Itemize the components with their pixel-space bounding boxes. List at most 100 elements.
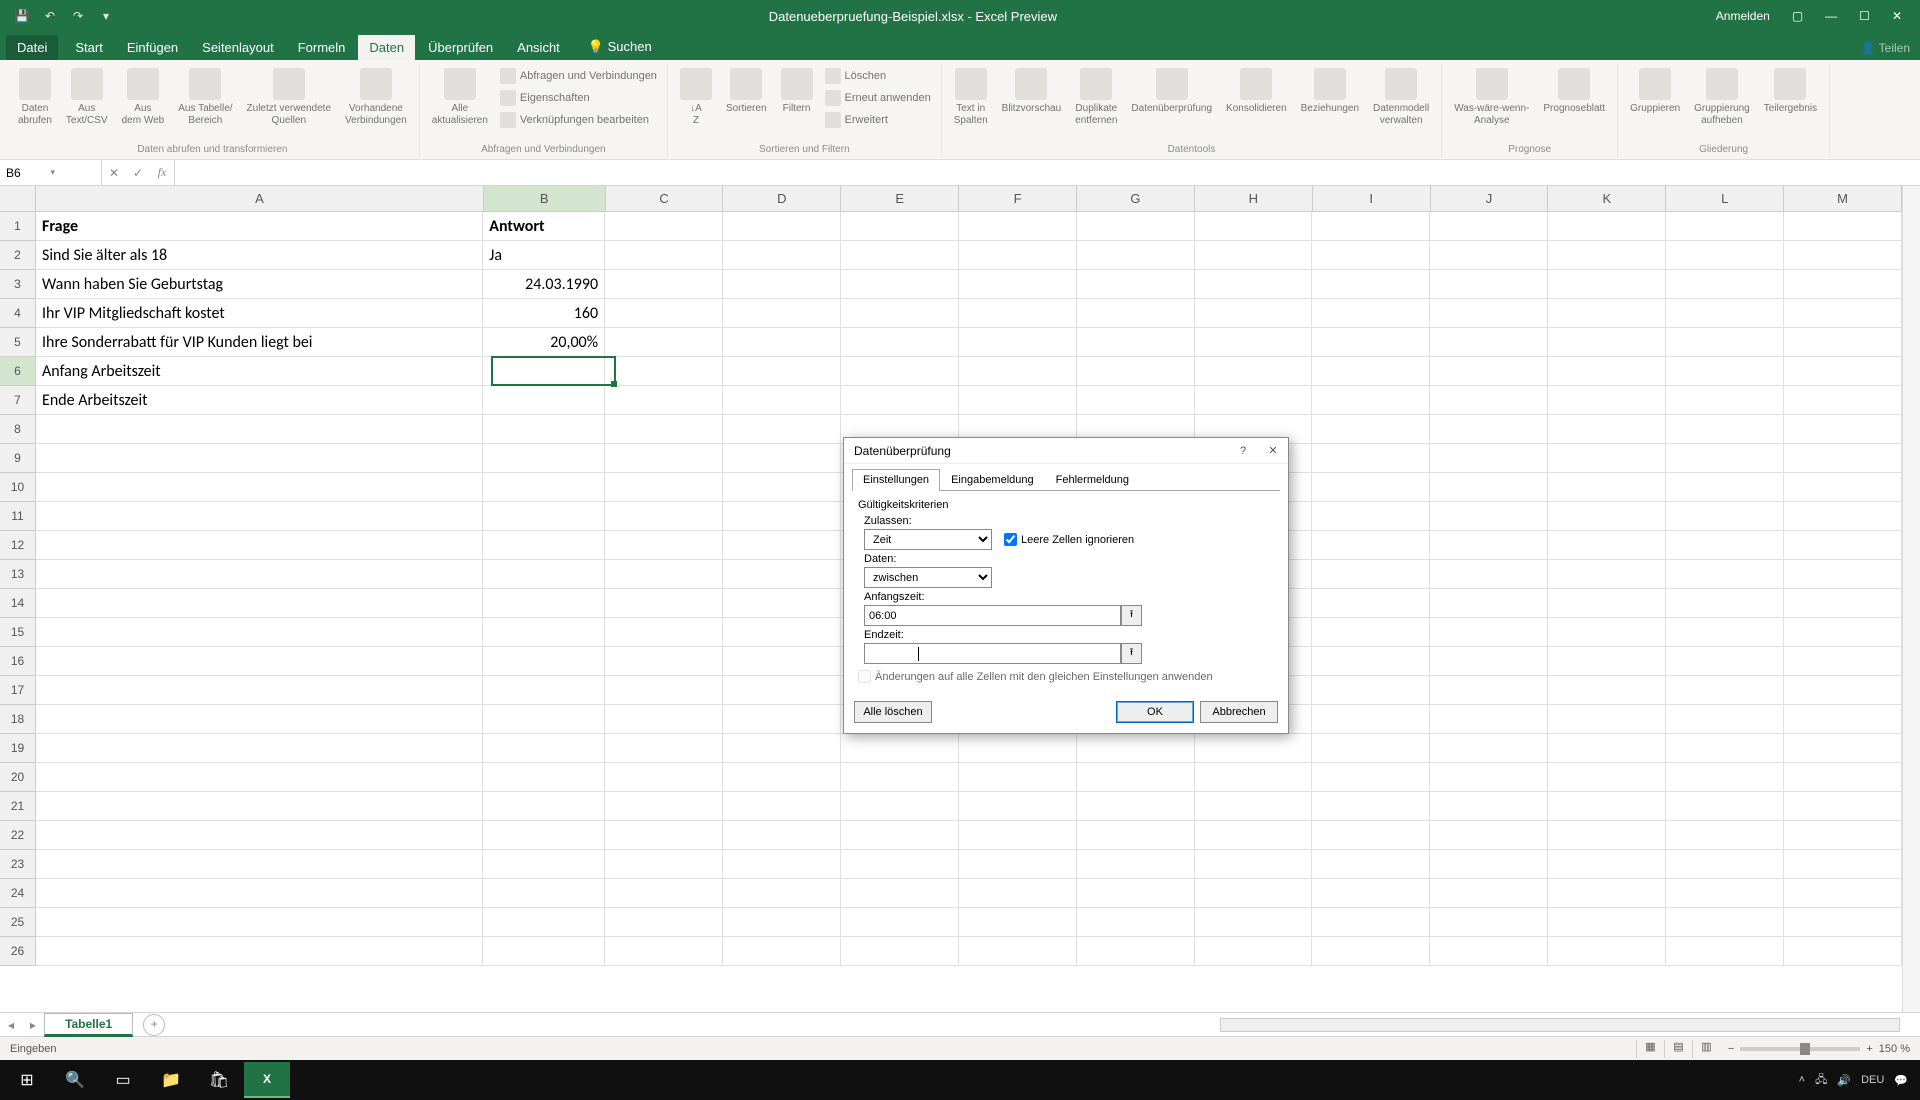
row-header-6[interactable]: 6 bbox=[0, 357, 36, 386]
ribbon-button[interactable]: Gruppierungaufheben bbox=[1688, 64, 1756, 131]
start-button[interactable]: ⊞ bbox=[4, 1062, 50, 1098]
row-header-12[interactable]: 12 bbox=[0, 531, 36, 560]
cell-C18[interactable] bbox=[605, 705, 723, 734]
cell-M26[interactable] bbox=[1784, 937, 1902, 966]
cell-M17[interactable] bbox=[1784, 676, 1902, 705]
cell-C2[interactable] bbox=[605, 241, 723, 270]
cell-D14[interactable] bbox=[723, 589, 841, 618]
cell-C9[interactable] bbox=[605, 444, 723, 473]
cell-B18[interactable] bbox=[483, 705, 605, 734]
cell-A6[interactable]: Anfang Arbeitszeit bbox=[36, 357, 483, 386]
cell-K5[interactable] bbox=[1548, 328, 1666, 357]
cell-F2[interactable] bbox=[959, 241, 1077, 270]
cell-E26[interactable] bbox=[841, 937, 959, 966]
cell-I5[interactable] bbox=[1312, 328, 1430, 357]
cell-K22[interactable] bbox=[1548, 821, 1666, 850]
cell-M12[interactable] bbox=[1784, 531, 1902, 560]
col-header-G[interactable]: G bbox=[1077, 186, 1195, 212]
redo-icon[interactable]: ↷ bbox=[68, 6, 88, 26]
cell-A25[interactable] bbox=[36, 908, 483, 937]
cell-I16[interactable] bbox=[1312, 647, 1430, 676]
cell-B12[interactable] bbox=[483, 531, 605, 560]
zoom-level[interactable]: 150 % bbox=[1879, 1043, 1910, 1055]
cell-B24[interactable] bbox=[483, 879, 605, 908]
row-header-17[interactable]: 17 bbox=[0, 676, 36, 705]
cell-G26[interactable] bbox=[1077, 937, 1195, 966]
cell-L17[interactable] bbox=[1666, 676, 1784, 705]
cell-H22[interactable] bbox=[1195, 821, 1313, 850]
cell-D11[interactable] bbox=[723, 502, 841, 531]
cell-A15[interactable] bbox=[36, 618, 483, 647]
col-header-A[interactable]: A bbox=[36, 186, 484, 212]
cell-D19[interactable] bbox=[723, 734, 841, 763]
cell-D24[interactable] bbox=[723, 879, 841, 908]
tray-notifications-icon[interactable]: 💬 bbox=[1894, 1074, 1908, 1087]
cell-B9[interactable] bbox=[483, 444, 605, 473]
cell-E20[interactable] bbox=[841, 763, 959, 792]
end-time-ref-icon[interactable]: ⭱ bbox=[1121, 643, 1142, 664]
cell-J24[interactable] bbox=[1430, 879, 1548, 908]
cell-J18[interactable] bbox=[1430, 705, 1548, 734]
cell-K12[interactable] bbox=[1548, 531, 1666, 560]
cell-C22[interactable] bbox=[605, 821, 723, 850]
cell-L20[interactable] bbox=[1666, 763, 1784, 792]
sheet-tab-1[interactable]: Tabelle1 bbox=[44, 1013, 133, 1037]
ribbon-button[interactable]: Datenabrufen bbox=[12, 64, 58, 131]
cell-M18[interactable] bbox=[1784, 705, 1902, 734]
cell-C7[interactable] bbox=[605, 386, 723, 415]
data-dropdown[interactable]: zwischen bbox=[864, 567, 992, 588]
cell-L12[interactable] bbox=[1666, 531, 1784, 560]
cell-C15[interactable] bbox=[605, 618, 723, 647]
cell-H25[interactable] bbox=[1195, 908, 1313, 937]
cell-E4[interactable] bbox=[841, 299, 959, 328]
cell-G2[interactable] bbox=[1077, 241, 1195, 270]
signin-button[interactable]: Anmelden bbox=[1710, 5, 1776, 27]
ribbon-button[interactable]: Konsolidieren bbox=[1220, 64, 1293, 119]
cell-G4[interactable] bbox=[1077, 299, 1195, 328]
ribbon-button-small[interactable]: Erweitert bbox=[821, 110, 935, 130]
cell-I17[interactable] bbox=[1312, 676, 1430, 705]
ribbon-button-small[interactable]: Löschen bbox=[821, 66, 935, 86]
cell-L10[interactable] bbox=[1666, 473, 1784, 502]
cell-B4[interactable]: 160 bbox=[483, 299, 605, 328]
ignore-blank-checkbox[interactable] bbox=[1004, 533, 1017, 546]
cell-A2[interactable]: Sind Sie älter als 18 bbox=[36, 241, 483, 270]
tray-chevron-icon[interactable]: ˄ bbox=[1799, 1074, 1805, 1086]
excel-taskbar-icon[interactable]: X bbox=[244, 1062, 290, 1098]
sheet-nav-next[interactable]: ▸ bbox=[22, 1018, 44, 1032]
cell-J21[interactable] bbox=[1430, 792, 1548, 821]
tab-ansicht[interactable]: Ansicht bbox=[506, 35, 571, 60]
cell-H23[interactable] bbox=[1195, 850, 1313, 879]
cell-F20[interactable] bbox=[959, 763, 1077, 792]
cell-A16[interactable] bbox=[36, 647, 483, 676]
cell-E24[interactable] bbox=[841, 879, 959, 908]
cell-C25[interactable] bbox=[605, 908, 723, 937]
row-header-11[interactable]: 11 bbox=[0, 502, 36, 531]
cell-K13[interactable] bbox=[1548, 560, 1666, 589]
cell-H20[interactable] bbox=[1195, 763, 1313, 792]
cell-E2[interactable] bbox=[841, 241, 959, 270]
cell-C19[interactable] bbox=[605, 734, 723, 763]
col-header-K[interactable]: K bbox=[1548, 186, 1666, 212]
cell-I1[interactable] bbox=[1312, 212, 1430, 241]
cell-A14[interactable] bbox=[36, 589, 483, 618]
cell-C23[interactable] bbox=[605, 850, 723, 879]
ribbon-button[interactable]: Blitzvorschau bbox=[996, 64, 1067, 119]
cell-G21[interactable] bbox=[1077, 792, 1195, 821]
cell-I9[interactable] bbox=[1312, 444, 1430, 473]
cell-I2[interactable] bbox=[1312, 241, 1430, 270]
cell-C16[interactable] bbox=[605, 647, 723, 676]
cell-M1[interactable] bbox=[1784, 212, 1902, 241]
close-window-icon[interactable]: ✕ bbox=[1886, 5, 1908, 27]
cell-M6[interactable] bbox=[1784, 357, 1902, 386]
cell-K3[interactable] bbox=[1548, 270, 1666, 299]
save-icon[interactable]: 💾 bbox=[12, 6, 32, 26]
col-header-E[interactable]: E bbox=[841, 186, 959, 212]
system-tray[interactable]: ˄ 🖧 🔊 DEU 💬 bbox=[1799, 1071, 1916, 1090]
cell-M2[interactable] bbox=[1784, 241, 1902, 270]
view-normal-icon[interactable]: ▦ bbox=[1636, 1040, 1664, 1058]
cell-L3[interactable] bbox=[1666, 270, 1784, 299]
cell-C21[interactable] bbox=[605, 792, 723, 821]
vertical-scrollbar[interactable] bbox=[1902, 186, 1920, 1012]
ribbon-button[interactable]: Text inSpalten bbox=[948, 64, 994, 131]
